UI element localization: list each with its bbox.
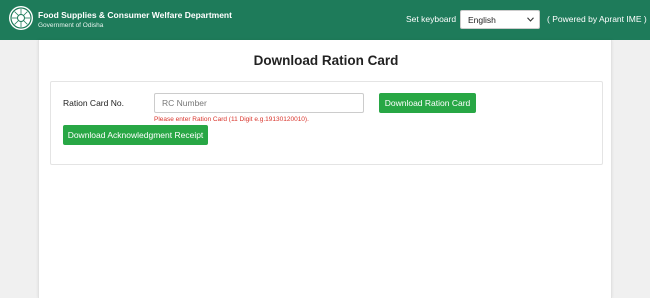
main-card: Download Ration Card Ration Card No. Dow…	[38, 40, 612, 298]
download-acknowledgment-button[interactable]: Download Acknowledgment Receipt	[63, 125, 208, 145]
powered-by-text: ( Powered by Aprant IME )	[547, 14, 647, 24]
chevron-down-icon	[527, 17, 534, 22]
header-bar: Food Supplies & Consumer Welfare Departm…	[0, 0, 650, 40]
ration-card-hint: Please enter Ration Card (11 Digit e.g.1…	[154, 116, 309, 123]
ration-card-input[interactable]	[154, 93, 364, 113]
language-selected-value: English	[468, 15, 496, 25]
department-subtitle: Government of Odisha	[38, 22, 104, 29]
department-title: Food Supplies & Consumer Welfare Departm…	[38, 10, 232, 20]
ration-card-form: Ration Card No. Download Ration Card Ple…	[50, 81, 603, 165]
download-ration-card-button[interactable]: Download Ration Card	[379, 93, 476, 113]
odisha-emblem-icon	[9, 6, 33, 30]
language-select[interactable]: English	[460, 10, 540, 29]
page-title: Download Ration Card	[253, 53, 399, 68]
keyboard-label: Set keyboard	[406, 14, 457, 24]
ration-card-label: Ration Card No.	[63, 98, 124, 108]
